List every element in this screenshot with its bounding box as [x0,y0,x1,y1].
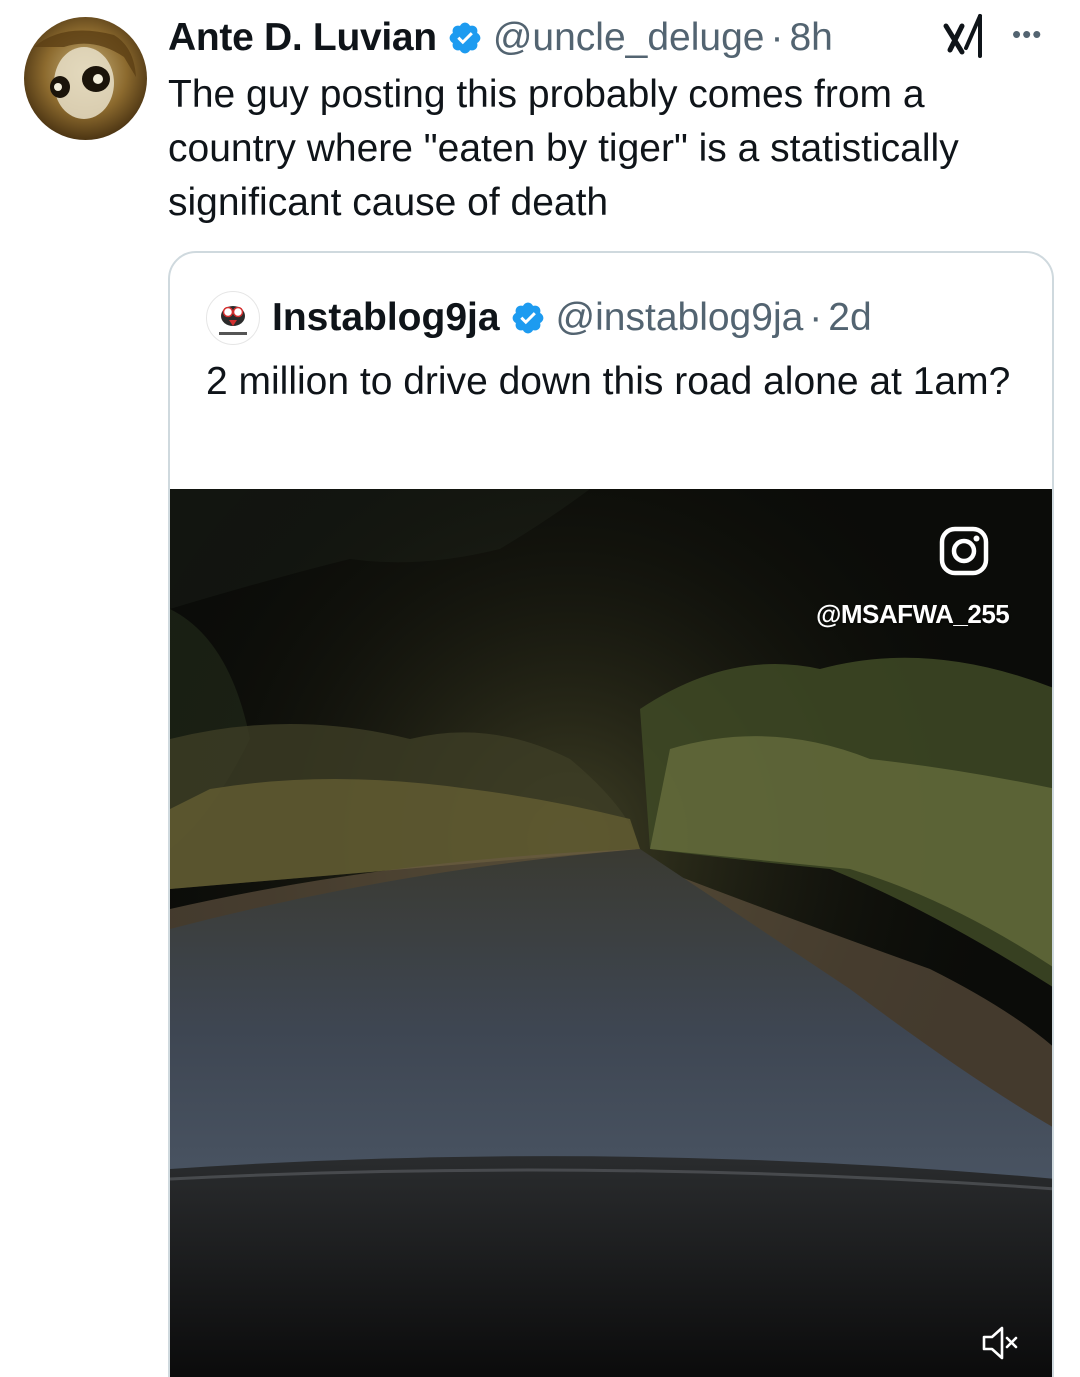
author-avatar[interactable] [24,17,147,140]
quoted-tweet-text: 2 million to drive down this road alone … [206,360,1011,403]
quoted-author-handle[interactable]: @instablog9ja [556,296,804,340]
tweet-time[interactable]: 8h [789,16,832,60]
instablog9ja-logo-icon [219,306,247,335]
separator-dot: · [809,296,823,339]
instagram-icon [939,526,989,576]
more-options-icon[interactable]: ••• [1012,21,1042,47]
quoted-author-name[interactable]: Instablog9ja [272,296,500,340]
video-player[interactable]: @MSAFWA_255 [170,489,1052,1377]
tweet-text: The guy posting this probably comes from… [168,73,959,224]
quoted-author-avatar[interactable] [206,291,260,345]
separator-dot: · [770,16,784,59]
author-handle[interactable]: @uncle_deluge [493,16,765,60]
tweet-header: Ante D. Luvian @uncle_deluge · 8h [168,10,833,66]
quoted-tweet-header: Instablog9ja @instablog9ja · 2d [206,291,872,345]
quoted-tweet[interactable]: Instablog9ja @instablog9ja · 2d 2 millio… [168,251,1054,1377]
author-avatar-image [34,30,136,119]
tweet: Ante D. Luvian @uncle_deluge · 8h ••• Th… [0,0,1080,1377]
mute-icon[interactable] [980,1325,1020,1361]
author-name[interactable]: Ante D. Luvian [168,16,437,60]
verified-badge-icon [449,22,481,54]
verified-badge-icon [512,302,543,334]
video-watermark: @MSAFWA_255 [816,599,1010,629]
grok-icon[interactable] [942,12,988,60]
quoted-tweet-time[interactable]: 2d [828,296,871,340]
